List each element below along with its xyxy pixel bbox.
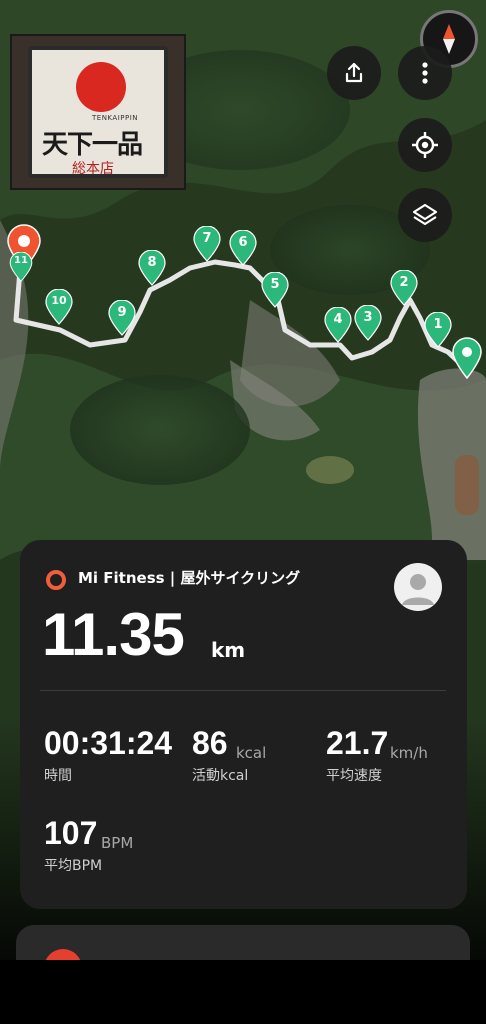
more-button[interactable] <box>398 46 452 100</box>
km-marker-7[interactable]: 7 <box>193 226 221 262</box>
share-button[interactable] <box>327 46 381 100</box>
layers-icon <box>412 203 438 226</box>
bpm-value: 107 <box>44 815 98 851</box>
more-vertical-icon <box>422 62 428 84</box>
app-logo-icon <box>46 570 66 590</box>
speed-unit: km/h <box>390 744 428 762</box>
sign-kanji: 天下一品 <box>42 130 143 160</box>
km-marker-3[interactable]: 3 <box>354 305 382 341</box>
shop-sign-image: TENKAIPPIN 天下一品 総本店 <box>28 46 168 178</box>
distance-value: 11.35 <box>42 601 185 668</box>
avatar[interactable] <box>394 563 442 611</box>
locate-icon <box>412 132 438 158</box>
speed-label: 平均速度 <box>326 768 382 784</box>
km-marker-9[interactable]: 9 <box>108 300 136 336</box>
sign-romaji: TENKAIPPIN <box>92 114 138 122</box>
distance-unit: km <box>211 638 246 662</box>
calories-value: 86 <box>192 725 228 761</box>
workout-title: Mi Fitness | 屋外サイクリング <box>78 569 301 587</box>
km-marker-10[interactable]: 10 <box>45 289 73 325</box>
km-marker-11[interactable]: 11 <box>8 252 34 282</box>
km-marker-5[interactable]: 5 <box>261 272 289 308</box>
share-icon <box>345 62 363 83</box>
calories-label: 活動kcal <box>192 768 249 784</box>
photo-thumbnail[interactable]: TENKAIPPIN 天下一品 総本店 <box>10 34 186 190</box>
sign-branch: 総本店 <box>72 161 114 177</box>
layers-button[interactable] <box>398 188 452 242</box>
km-marker-8[interactable]: 8 <box>138 250 166 286</box>
calories-unit: kcal <box>236 744 267 762</box>
locate-button[interactable] <box>398 118 452 172</box>
bpm-label: 平均BPM <box>44 858 103 874</box>
km-marker-2[interactable]: 2 <box>390 270 418 306</box>
time-value: 00:31:24 <box>44 725 173 761</box>
speed-value: 21.7 <box>326 725 389 761</box>
bpm-unit: BPM <box>101 834 134 852</box>
time-label: 時間 <box>44 768 72 784</box>
km-marker-6[interactable]: 6 <box>229 230 257 266</box>
bottom-bar <box>0 960 486 1024</box>
workout-summary-card[interactable]: Mi Fitness | 屋外サイクリング 11.35 km 00:31:24 … <box>20 540 467 909</box>
km-marker-4[interactable]: 4 <box>324 307 352 343</box>
sign-logo-circle <box>76 62 126 112</box>
divider <box>40 690 446 691</box>
start-pin-icon[interactable] <box>451 337 483 379</box>
km-marker-1[interactable]: 1 <box>424 312 452 348</box>
user-avatar-icon <box>402 574 434 605</box>
compass-icon <box>443 24 455 54</box>
